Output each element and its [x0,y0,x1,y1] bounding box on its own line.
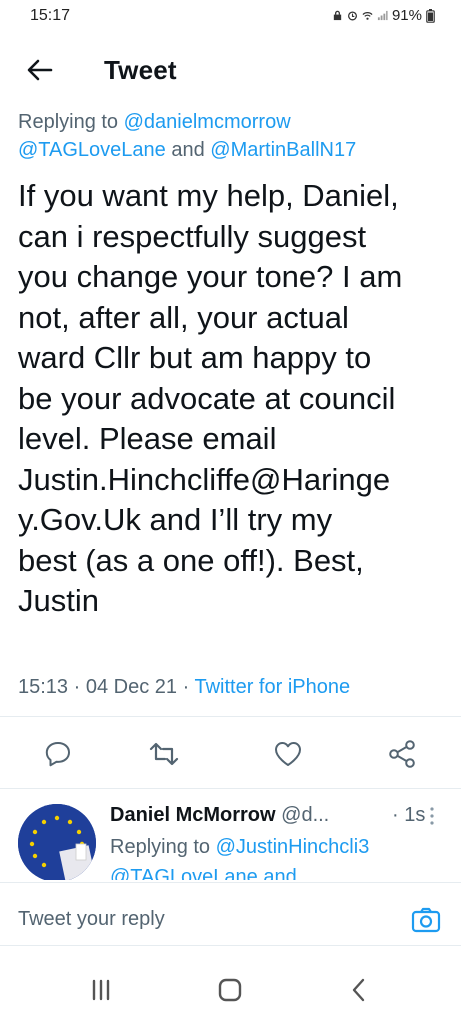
camera-icon[interactable] [410,904,442,936]
status-icons: 91% [332,7,435,24]
alarm-icon [347,11,357,21]
and-text: and [171,139,205,161]
reply-composer[interactable]: Tweet your reply [0,896,461,944]
tweet-line: be your advocate at council [18,380,396,416]
tweet-line: If you want my help, Daniel, [18,178,399,213]
home-icon[interactable] [215,975,245,1005]
tweet-actions [0,730,461,780]
wifi-icon [362,12,373,20]
battery-icon [426,8,435,23]
tweet-meta: 15:13 · 04 Dec 21 · Twitter for iPhone [18,676,350,699]
author-name: Daniel McMorrow [110,804,276,826]
reply-author[interactable]: Daniel McMorrow @d... [110,804,329,827]
tweet-line: y.Gov.Uk and I’ll try my [18,502,333,537]
status-time: 15:17 [30,7,71,24]
back-arrow-icon[interactable] [24,54,56,86]
retweet-icon[interactable] [148,738,180,770]
page-title: Tweet [104,55,177,85]
status-bar: 15:17 91% [0,0,461,32]
replying-label: Replying to [18,111,119,133]
like-heart-icon[interactable] [272,738,304,770]
divider [0,788,461,789]
reply-tweet[interactable]: Daniel McMorrow @d... · 1s Replying to @… [0,790,461,880]
more-options-icon[interactable] [428,806,436,826]
tweet-source-link[interactable]: Twitter for iPhone [194,676,350,698]
tweet-line: best (as a one off!). Best, [18,542,364,578]
tweet-line: ward Cllr but am happy to [18,340,372,375]
tweet-line: you change your tone? I am [18,259,403,294]
reply-icon[interactable] [42,738,74,770]
reply-timestamp: 1s [404,804,426,826]
tweet-line: not, after all, your actual [18,299,349,335]
mention-link[interactable]: @JustinHinchcli3 [216,836,370,858]
eu-flag-avatar-image [18,804,96,880]
reply-input[interactable]: Tweet your reply [18,908,165,931]
tweet-line: Justin [18,583,99,618]
recent-apps-icon[interactable] [86,975,116,1005]
share-icon[interactable] [386,738,418,770]
avatar[interactable] [18,804,96,880]
author-handle: @d... [281,804,330,826]
mention-link[interactable]: @TAGLoveLane [18,139,166,161]
top-app-bar: Tweet [0,40,461,100]
tweet-time: 15:13 [18,676,69,698]
nav-back-icon[interactable] [344,975,374,1005]
mention-link[interactable]: @MartinBallN17 [210,139,356,161]
reply-more-mentions[interactable]: @TAGLoveLane and [110,866,297,880]
battery-percent: 91% [391,7,422,24]
reply-time: · 1s [392,804,425,827]
lock-icon [333,10,342,21]
meta-separator: · [182,676,190,698]
reply-replying-to: Replying to @JustinHinchcli3 [110,836,369,859]
replying-label: Replying to [110,836,211,858]
mention-link[interactable]: @danielmcmorrow [124,111,291,133]
signal-icon [377,10,388,21]
tweet-line: Justin.Hinchcliffe@Haringe [18,461,391,497]
tweet-date: 04 Dec 21 [85,676,178,698]
divider [0,945,461,946]
meta-separator: · [73,676,81,698]
tweet-line: level. Please email [18,421,277,456]
tweet-text: If you want my help, Daniel, can i respe… [18,176,450,622]
divider [0,882,461,883]
time-separator: · [392,804,399,826]
tweet-line: can i respectfully suggest [18,218,367,254]
system-nav-bar [0,955,461,1024]
divider [0,716,461,717]
replying-to: Replying to @danielmcmorrow @TAGLoveLane… [18,108,448,164]
